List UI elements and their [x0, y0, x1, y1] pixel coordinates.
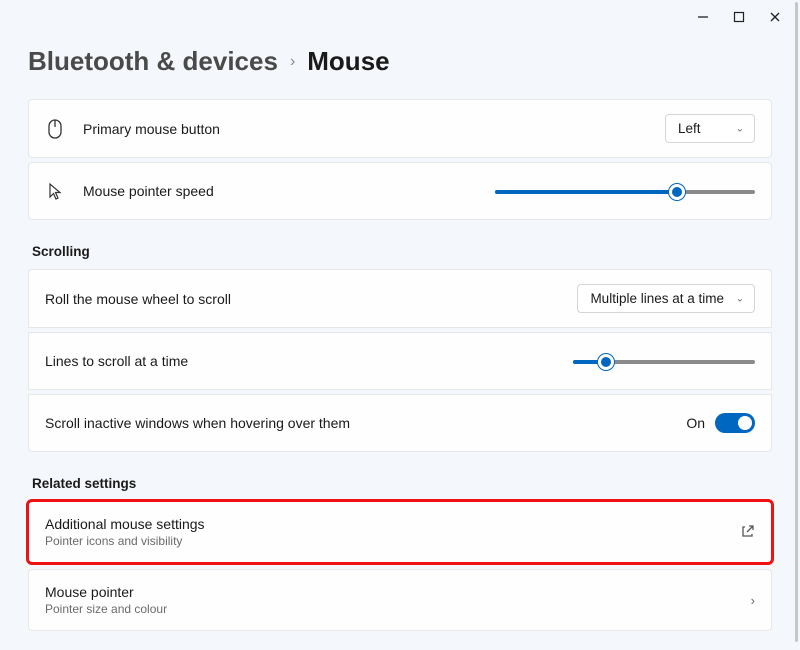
close-button[interactable] [768, 10, 782, 24]
breadcrumb: Bluetooth & devices › Mouse [28, 46, 772, 77]
primary-mouse-button-row: Primary mouse button Left ⌄ [28, 99, 772, 158]
primary-button-select[interactable]: Left ⌄ [665, 114, 755, 143]
pointer-speed-label: Mouse pointer speed [83, 183, 477, 199]
pointer-speed-row: Mouse pointer speed [28, 162, 772, 220]
lines-to-scroll-slider[interactable] [573, 351, 755, 371]
mouse-pointer-title: Mouse pointer [45, 584, 733, 600]
breadcrumb-parent[interactable]: Bluetooth & devices [28, 46, 278, 77]
scroll-inactive-toggle[interactable] [715, 413, 755, 433]
cursor-icon [45, 182, 65, 200]
scroll-wheel-select[interactable]: Multiple lines at a time ⌄ [577, 284, 755, 313]
mouse-pointer-sub: Pointer size and colour [45, 602, 733, 616]
chevron-right-icon: › [751, 593, 755, 608]
scrolling-heading: Scrolling [32, 244, 772, 259]
scroll-inactive-state: On [686, 415, 705, 431]
additional-title: Additional mouse settings [45, 516, 723, 532]
lines-to-scroll-label: Lines to scroll at a time [45, 353, 555, 369]
vertical-scrollbar[interactable] [795, 2, 798, 642]
minimize-button[interactable] [696, 10, 710, 24]
additional-mouse-settings-link[interactable]: Additional mouse settings Pointer icons … [28, 501, 772, 563]
window-controls [678, 0, 800, 34]
primary-button-label: Primary mouse button [83, 121, 647, 137]
chevron-down-icon: ⌄ [736, 293, 744, 304]
scroll-wheel-row: Roll the mouse wheel to scroll Multiple … [28, 269, 772, 328]
scroll-wheel-value: Multiple lines at a time [590, 291, 724, 306]
scroll-wheel-label: Roll the mouse wheel to scroll [45, 291, 559, 307]
chevron-down-icon: ⌄ [736, 123, 744, 134]
external-link-icon [741, 524, 755, 541]
scroll-inactive-label: Scroll inactive windows when hovering ov… [45, 415, 668, 431]
pointer-speed-slider[interactable] [495, 181, 755, 201]
related-heading: Related settings [32, 476, 772, 491]
settings-content: Bluetooth & devices › Mouse Primary mous… [0, 0, 800, 650]
breadcrumb-current: Mouse [307, 46, 389, 77]
lines-to-scroll-row: Lines to scroll at a time [28, 332, 772, 390]
scroll-inactive-row: Scroll inactive windows when hovering ov… [28, 394, 772, 452]
additional-sub: Pointer icons and visibility [45, 534, 723, 548]
maximize-button[interactable] [732, 10, 746, 24]
mouse-pointer-link[interactable]: Mouse pointer Pointer size and colour › [28, 569, 772, 631]
primary-button-value: Left [678, 121, 701, 136]
mouse-icon [45, 119, 65, 139]
chevron-right-icon: › [290, 53, 295, 71]
